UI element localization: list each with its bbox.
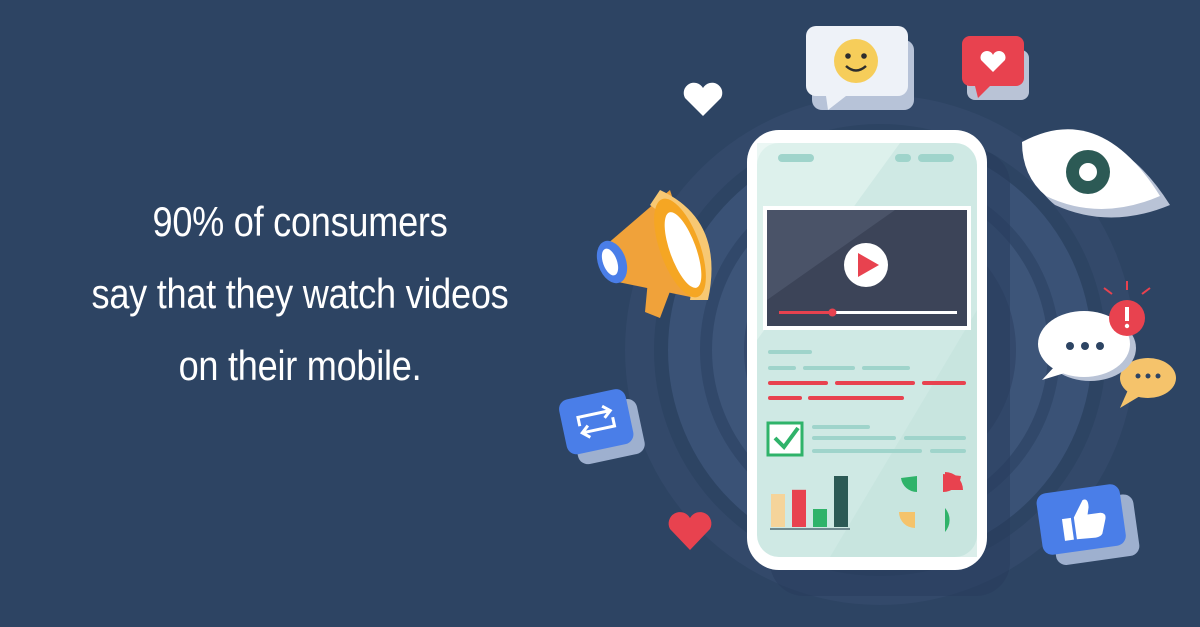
status-bar-dot (895, 154, 911, 162)
phone (747, 130, 1010, 596)
status-bar-left (778, 154, 814, 162)
heart-bubble-icon (962, 36, 1029, 100)
illustration (559, 26, 1176, 605)
thumbs-up-icon (1036, 484, 1140, 565)
bar-chart-bar (771, 494, 785, 527)
progress-fill (779, 311, 833, 314)
bar-chart-bar (834, 476, 848, 527)
bar-chart-baseline (770, 528, 850, 530)
video-player[interactable] (763, 206, 971, 330)
heart-icon (683, 82, 723, 116)
bar-chart-bar (792, 489, 806, 527)
smiley-bubble-icon (806, 26, 914, 110)
progress-knob (828, 308, 837, 317)
bar-chart-bar (813, 509, 827, 527)
status-bar-right (918, 154, 954, 162)
play-icon[interactable] (844, 243, 888, 287)
checkbox-icon[interactable] (766, 421, 804, 457)
promo-banner: 90% of consumers say that they watch vid… (0, 0, 1200, 627)
